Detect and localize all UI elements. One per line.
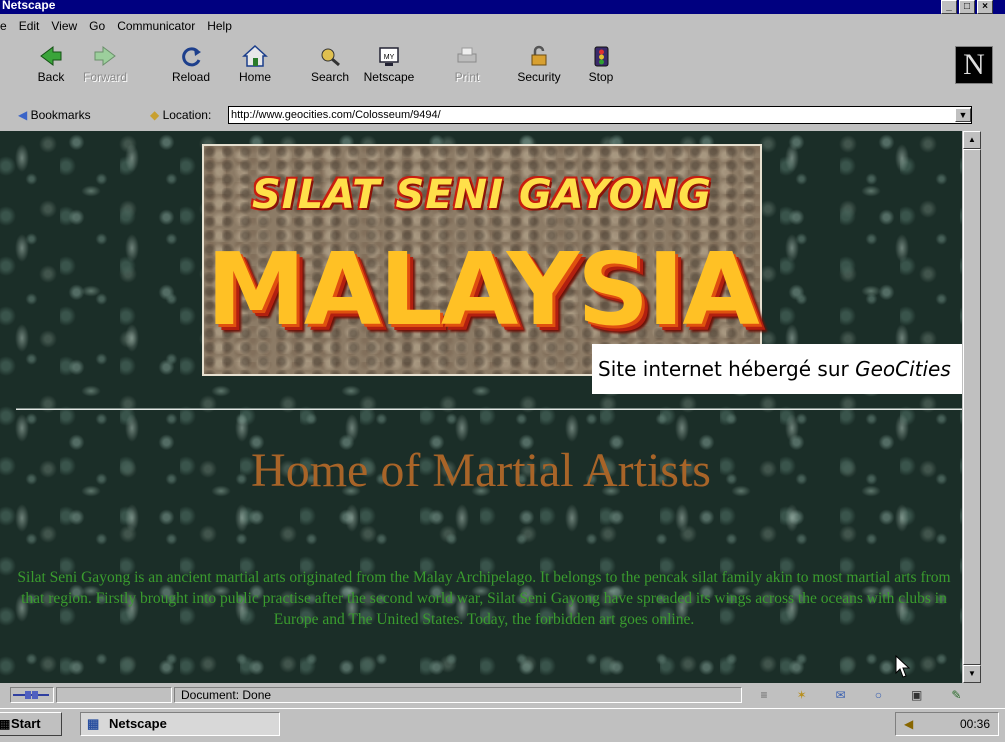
- page-content[interactable]: SILAT SENI GAYONG MALAYSIA Site internet…: [0, 131, 962, 683]
- security-label: Security: [517, 70, 561, 84]
- location-toolbar: ◀ Bookmarks ◆ Location: http://www.geoci…: [0, 104, 1005, 128]
- minimize-button[interactable]: _: [941, 0, 957, 14]
- header-banner-image: SILAT SENI GAYONG MALAYSIA: [202, 144, 762, 376]
- menu-edit[interactable]: Edit: [13, 19, 46, 33]
- banner-title: MALAYSIA: [206, 231, 759, 348]
- url-dropdown-button[interactable]: ▼: [955, 108, 971, 122]
- reload-icon: [182, 47, 201, 67]
- connection-status-panel[interactable]: [10, 687, 54, 703]
- url-input[interactable]: http://www.geocities.com/Colosseum/9494/: [228, 106, 972, 124]
- reload-label: Reload: [171, 70, 211, 84]
- my-netscape-icon: MY: [379, 47, 399, 66]
- search-icon: [321, 48, 340, 67]
- page-heading: Home of Martial Artists: [251, 444, 711, 497]
- arrow-down-icon: ▼: [968, 669, 976, 678]
- netscape-app-icon: ▦: [87, 716, 100, 731]
- close-button[interactable]: ×: [977, 0, 993, 14]
- caption-italic: GeoCities: [855, 357, 951, 381]
- bookmarks-label: Bookmarks: [30, 108, 91, 122]
- connection-plug-icon: [13, 691, 49, 699]
- svg-text:MY: MY: [384, 54, 395, 61]
- bookmarks-button[interactable]: ◀ Bookmarks: [18, 108, 91, 122]
- menu-bar: e Edit View Go Communicator Help: [0, 16, 1005, 36]
- windows-logo-icon: ▦: [0, 717, 11, 731]
- menu-communicator[interactable]: Communicator: [111, 19, 201, 33]
- menu-view[interactable]: View: [45, 19, 83, 33]
- padlock-icon: [531, 45, 547, 66]
- taskbar-netscape-button[interactable]: ▦ Netscape: [80, 712, 280, 736]
- scroll-thumb[interactable]: [963, 149, 981, 665]
- security-button[interactable]: Security: [512, 44, 566, 84]
- stop-label: Stop: [588, 70, 614, 84]
- caption-prefix: Site internet hébergé sur: [598, 357, 856, 381]
- edit-pen-icon[interactable]: ✎: [951, 688, 961, 702]
- stop-button[interactable]: Stop: [574, 44, 628, 84]
- window-controls: _ □ ×: [941, 0, 993, 14]
- volume-icon[interactable]: ◀: [904, 713, 913, 735]
- progress-panel: [56, 687, 172, 703]
- home-icon: [242, 44, 268, 67]
- taskbar-netscape-label: Netscape: [109, 716, 167, 731]
- discussions-icon[interactable]: ○: [875, 688, 882, 702]
- chevron-down-icon: ▼: [958, 110, 968, 120]
- horizontal-rule: [16, 408, 962, 410]
- intro-paragraph: Silat Seni Gayong is an ancient martial …: [17, 569, 951, 628]
- home-label: Home: [238, 70, 271, 84]
- component-bar-grip-icon: ≡: [760, 688, 768, 702]
- back-button[interactable]: Back: [24, 44, 78, 84]
- arrow-up-icon: ▲: [968, 135, 976, 144]
- scroll-up-button[interactable]: ▲: [963, 131, 981, 149]
- forward-label: Forward: [82, 70, 127, 84]
- netscape-label: Netscape: [363, 70, 415, 84]
- vertical-scrollbar[interactable]: ▲ ▼: [963, 131, 981, 683]
- status-text: Document: Done: [174, 687, 742, 703]
- back-arrow-icon: [40, 46, 62, 66]
- reload-button[interactable]: Reload: [164, 44, 218, 84]
- location-label-text: Location:: [162, 108, 212, 122]
- system-tray: ◀ 00:36: [895, 712, 999, 736]
- location-label: ◆ Location:: [150, 108, 211, 122]
- location-icon: ◆: [150, 108, 160, 122]
- stop-icon: [594, 46, 609, 67]
- home-button[interactable]: Home: [228, 44, 282, 84]
- mouse-pointer-icon: [895, 655, 911, 678]
- navigator-icon[interactable]: ✶: [797, 688, 807, 702]
- bookmarks-icon: ◀: [18, 108, 28, 122]
- menu-go[interactable]: Go: [83, 19, 111, 33]
- clock[interactable]: 00:36: [960, 713, 990, 735]
- banner-subtitle: SILAT SENI GAYONG: [252, 172, 712, 218]
- print-label: Print: [454, 70, 480, 84]
- print-button[interactable]: Print: [440, 44, 494, 84]
- window-title: Netscape: [2, 0, 56, 12]
- search-label: Search: [310, 70, 350, 84]
- netscape-logo[interactable]: N: [955, 46, 993, 84]
- window-titlebar[interactable]: Netscape _ □ ×: [0, 0, 1005, 14]
- menu-help[interactable]: Help: [201, 19, 238, 33]
- back-label: Back: [37, 70, 65, 84]
- windows-taskbar: ▦ Start ▦ Netscape ◀ 00:36: [0, 708, 1005, 742]
- maximize-button[interactable]: □: [959, 0, 975, 14]
- forward-button[interactable]: Forward: [78, 44, 132, 84]
- composer-icon[interactable]: ▣: [911, 688, 922, 702]
- start-label: Start: [11, 716, 41, 731]
- search-button[interactable]: Search: [303, 44, 357, 84]
- menu-file[interactable]: e: [0, 19, 13, 33]
- print-icon: [457, 47, 477, 63]
- forward-arrow-icon: [94, 46, 116, 66]
- component-bar: ≡ ✶ ✉ ○ ▣ ✎: [746, 687, 976, 703]
- navigation-toolbar: Back Forward Reload Home Search MY Netsc…: [0, 38, 1005, 102]
- status-bar: Document: Done ≡ ✶ ✉ ○ ▣ ✎: [0, 685, 1005, 705]
- caption-overlay: Site internet hébergé sur GeoCities: [592, 344, 962, 394]
- start-button[interactable]: ▦ Start: [0, 712, 62, 736]
- scroll-down-button[interactable]: ▼: [963, 665, 981, 683]
- mail-icon[interactable]: ✉: [836, 688, 846, 702]
- netscape-button[interactable]: MY Netscape: [362, 44, 416, 84]
